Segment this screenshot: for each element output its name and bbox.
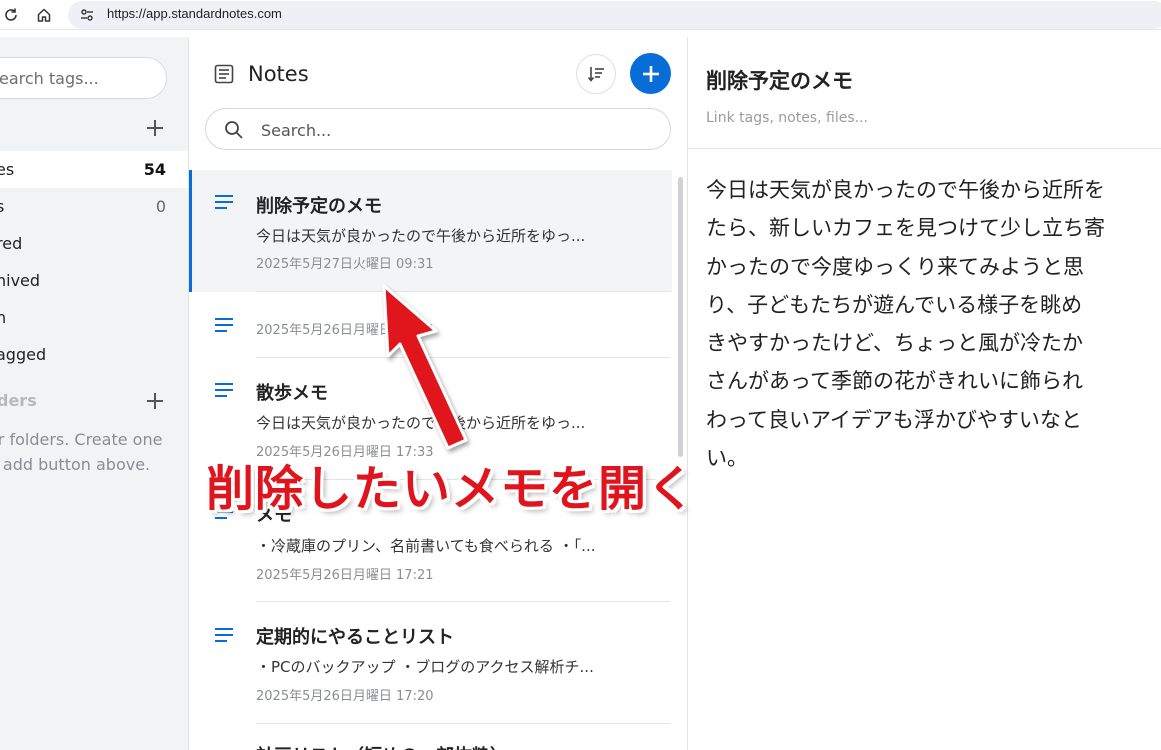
note-search-input[interactable]: Search...: [205, 108, 671, 150]
note-title: 削除予定のメモ: [256, 196, 382, 217]
tag-item-archived[interactable]: hived: [0, 262, 188, 299]
note-item[interactable]: 計画リスト（短めの一部抜粋）: [189, 724, 672, 750]
note-preview: ・PCのバックアップ ・ブログのアクセス解析チ...: [256, 658, 594, 676]
tag-search-placeholder: earch tags...: [0, 69, 99, 88]
tag-item-label: agged: [0, 345, 47, 364]
note-preview: ・冷蔵庫のプリン、名前書いても食べられる ・「...: [256, 537, 596, 555]
sort-icon: [587, 67, 604, 82]
note-preview: 今日は天気が良かったので午後から近所をゆっ...: [256, 414, 586, 432]
note-editor: 削除予定のメモ Link tags, notes, files... 今日は天気…: [688, 37, 1161, 750]
url-text[interactable]: https://app.standardnotes.com: [107, 6, 282, 21]
folders-help-line: e add button above.: [0, 455, 151, 474]
tag-item-label: hived: [0, 271, 41, 290]
note-item[interactable]: 定期的にやることリスト ・PCのバックアップ ・ブログのアクセス解析チ... 2…: [189, 602, 672, 724]
folders-help-line: or folders. Create one: [0, 430, 163, 449]
tag-item-label: s: [0, 197, 4, 216]
tag-search-input[interactable]: earch tags...: [0, 57, 167, 99]
annotation-label: 削除したいメモを開く: [206, 461, 697, 517]
tag-item-label: es: [0, 160, 15, 179]
note-date: 2025年5月26日月曜日 17:36: [256, 323, 434, 338]
tag-item-count: 54: [143, 160, 166, 179]
note-preview: 今日は天気が良かったので午後から近所をゆっ...: [256, 227, 586, 245]
note-text-icon: [215, 382, 233, 398]
note-date: 2025年5月26日月曜日 17:21: [256, 568, 434, 583]
notes-icon: [212, 62, 236, 86]
divider: [688, 148, 1161, 149]
add-tag-icon[interactable]: [144, 117, 166, 139]
note-title: 散歩メモ: [256, 383, 328, 404]
note-date: 2025年5月26日月曜日 17:20: [256, 689, 434, 704]
tag-item-notes[interactable]: es 54: [0, 151, 188, 188]
tags-sidebar: earch tags... es 54 s 0 red hived h agge…: [0, 37, 189, 750]
home-icon[interactable]: [33, 4, 55, 26]
tag-item-label: h: [0, 308, 6, 327]
note-search-placeholder: Search...: [261, 121, 332, 140]
note-text-icon: [215, 317, 233, 333]
folders-help-text: or folders. Create one e add button abov…: [0, 427, 188, 477]
search-icon: [224, 120, 244, 140]
note-date: 2025年5月27日火曜日 09:31: [256, 257, 434, 272]
add-folder-icon[interactable]: [144, 390, 166, 412]
tag-item-starred[interactable]: red: [0, 225, 188, 262]
link-input[interactable]: Link tags, notes, files...: [706, 110, 868, 126]
note-title: 定期的にやることリスト: [256, 627, 454, 648]
sort-button[interactable]: [576, 54, 616, 94]
notes-scrollbar[interactable]: [678, 177, 683, 457]
site-settings-icon[interactable]: [78, 6, 96, 24]
notes-list-panel: Notes Search... 削除予定のメモ 今日は天気が良かったので午後から…: [189, 37, 688, 750]
reload-icon[interactable]: [0, 4, 22, 26]
add-note-button[interactable]: [630, 53, 671, 94]
note-text-icon: [215, 194, 233, 210]
note-text-icon: [215, 627, 233, 643]
browser-toolbar: https://app.standardnotes.com: [0, 0, 1161, 30]
note-item[interactable]: 削除予定のメモ 今日は天気が良かったので午後から近所をゆっ... 2025年5月…: [189, 170, 672, 292]
tag-item-trash[interactable]: h: [0, 299, 188, 336]
tag-item-files[interactable]: s 0: [0, 188, 188, 225]
note-title: 計画リスト（短めの一部抜粋）: [256, 742, 508, 750]
tag-item-untagged[interactable]: agged: [0, 336, 188, 373]
notes-title: Notes: [248, 62, 309, 86]
plus-icon: [642, 65, 659, 82]
editor-title[interactable]: 削除予定のメモ: [706, 65, 853, 95]
tag-item-label: red: [0, 234, 23, 253]
tag-item-count: 0: [155, 197, 166, 216]
folders-heading: ders: [0, 391, 37, 410]
editor-body[interactable]: 今日は天気が良かったので午後から近所を たら、新しいカフェを見つけて少し立ち寄 …: [706, 171, 1161, 477]
note-item[interactable]: 2025年5月26日月曜日 17:36: [189, 292, 672, 357]
